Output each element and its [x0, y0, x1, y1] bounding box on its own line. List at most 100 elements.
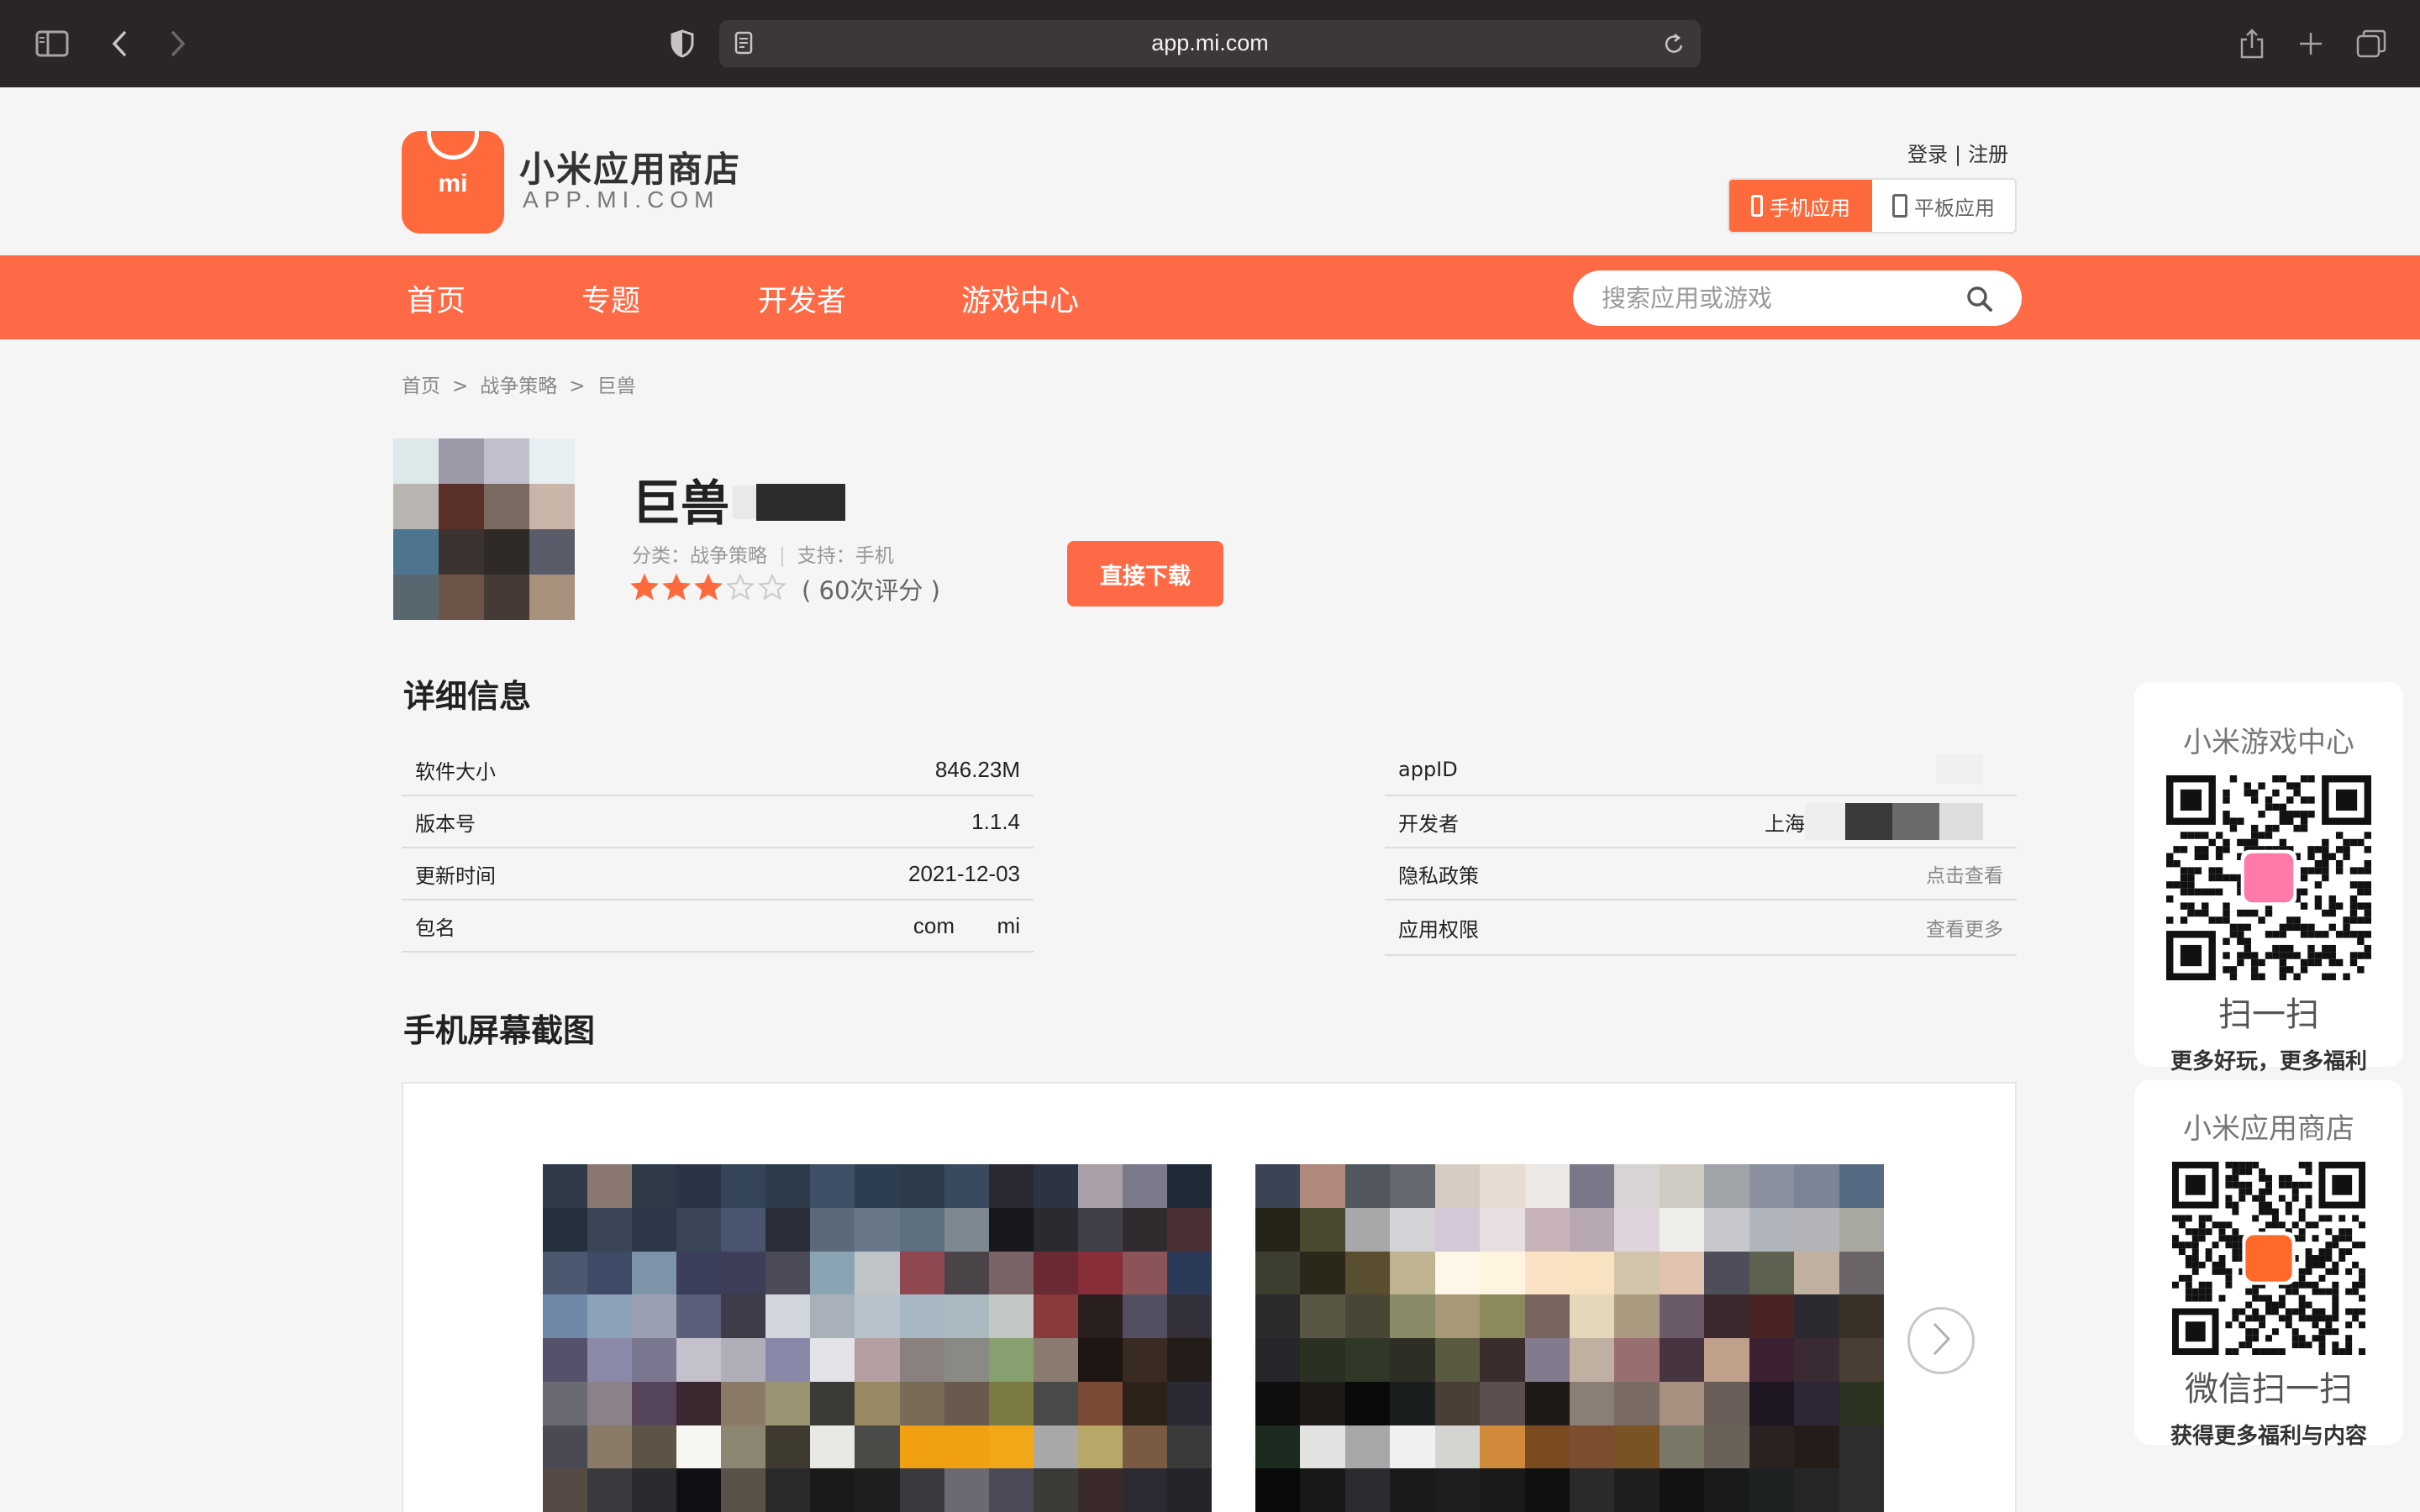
device-switcher: 手机应用 平板应用	[1728, 178, 2017, 234]
phone-icon	[1751, 195, 1763, 217]
redacted-block	[733, 486, 756, 519]
qr-subcaption: 获得更多福利与内容	[2170, 1424, 2367, 1449]
tab-tablet-apps[interactable]: 平板应用	[1872, 180, 2015, 232]
detail-label: appID	[1398, 758, 1458, 781]
qr-title: 小米应用商店	[2183, 1112, 2354, 1146]
forward-icon[interactable]	[156, 22, 200, 66]
table-row: 包名 com mi	[402, 900, 1034, 953]
nav-item-topics[interactable]: 专题	[581, 277, 640, 320]
support-label: 支持：	[797, 545, 855, 567]
tablet-icon	[1892, 194, 1907, 218]
redacted-block	[1936, 754, 1983, 785]
search-box	[1573, 270, 2022, 326]
breadcrumb-separator: >	[452, 375, 469, 397]
detail-label: 开发者	[1398, 811, 1459, 836]
detail-value: 2021-12-03	[908, 860, 1020, 886]
details-left-table: 软件大小 846.23M 版本号 1.1.4 更新时间 2021-12-03 包…	[402, 744, 1034, 953]
site-title[interactable]: 小米应用商店	[519, 141, 741, 192]
detail-label: 隐私政策	[1398, 864, 1479, 888]
table-row: appID	[1385, 744, 2017, 796]
table-row: 应用权限 查看更多	[1385, 900, 2017, 956]
qr-caption: 微信扫一扫	[2185, 1370, 2353, 1409]
qr-card-app-store: 小米应用商店 微信扫一扫 获得更多福利与内容	[2134, 1080, 2403, 1449]
search-input[interactable]	[1602, 270, 1954, 326]
download-button[interactable]: 直接下载	[1067, 541, 1223, 606]
sidebar-icon[interactable]	[30, 22, 74, 66]
table-row: 更新时间 2021-12-03	[402, 848, 1034, 900]
main-nav: 首页 专题 开发者 游戏中心	[0, 255, 2420, 339]
qr-code	[2166, 775, 2371, 980]
details-right-table: appID 开发者 上海 隐私政策 点击查看 应用权限 查看更多	[1385, 744, 2017, 956]
rating-stars: ( 60次评分 )	[629, 571, 940, 606]
detail-label: 软件大小	[415, 759, 496, 784]
details-heading: 详细信息	[403, 678, 532, 715]
app-title: 巨兽	[632, 475, 730, 532]
app-icon	[393, 438, 575, 620]
qr-title: 小米游戏中心	[2183, 726, 2354, 759]
redacted-block	[1845, 803, 1892, 840]
tabs-icon[interactable]	[2349, 22, 2393, 66]
table-row: 版本号 1.1.4	[402, 796, 1034, 848]
tab-tablet-label: 平板应用	[1914, 196, 1995, 220]
site-header: mi 小米应用商店 APP.MI.COM 登录 | 注册 手机应用 平板应用	[0, 87, 2420, 255]
shield-icon[interactable]	[660, 22, 704, 66]
browser-toolbar: app.mi.com	[0, 0, 2420, 87]
breadcrumb-category[interactable]: 战争策略	[480, 375, 557, 397]
detail-value: com mi	[913, 912, 1020, 938]
star-icon	[725, 573, 755, 604]
screenshot-2[interactable]	[1255, 1164, 1884, 1512]
reload-icon[interactable]	[1664, 32, 1686, 59]
nav-item-developers[interactable]: 开发者	[758, 277, 846, 320]
url-text: app.mi.com	[1151, 30, 1269, 55]
app-meta: 分类：战争策略 | 支持：手机	[632, 545, 894, 567]
screenshots-heading: 手机屏幕截图	[403, 1012, 596, 1049]
detail-value: 846.23M	[934, 756, 1020, 782]
share-icon[interactable]	[2230, 22, 2274, 66]
breadcrumb-separator: >	[569, 375, 586, 397]
nav-item-game-center[interactable]: 游戏中心	[961, 277, 1079, 320]
breadcrumb: 首页 > 战争策略 > 巨兽	[402, 370, 648, 398]
qr-subcaption: 更多好玩，更多福利	[2170, 1049, 2367, 1074]
back-icon[interactable]	[97, 22, 141, 66]
detail-label: 包名	[415, 916, 455, 940]
star-icon	[693, 573, 723, 604]
qr-code	[2172, 1162, 2365, 1355]
app-support: 手机	[855, 545, 894, 567]
search-icon[interactable]	[1966, 286, 1993, 316]
breadcrumb-home[interactable]: 首页	[402, 375, 440, 397]
auth-divider: |	[1954, 143, 1962, 166]
qr-caption: 扫一扫	[2218, 995, 2319, 1034]
detail-label: 应用权限	[1398, 917, 1479, 942]
privacy-policy-link[interactable]: 点击查看	[1926, 859, 2003, 888]
redacted-block	[756, 484, 845, 521]
nav-item-home[interactable]: 首页	[407, 277, 466, 320]
auth-links: 登录 | 注册	[1907, 138, 2008, 167]
address-bar[interactable]: app.mi.com	[719, 20, 1701, 67]
redacted-block	[1892, 803, 1939, 840]
qr-card-game-center: 小米游戏中心 扫一扫 更多好玩，更多福利	[2134, 682, 2403, 1074]
chevron-right-icon	[1929, 1320, 1953, 1361]
table-row: 开发者 上海	[1385, 796, 2017, 848]
star-icon	[629, 573, 660, 604]
redacted-block	[1805, 803, 1845, 840]
redacted-block	[1939, 803, 1983, 840]
star-icon	[661, 573, 692, 604]
table-row: 隐私政策 点击查看	[1385, 848, 2017, 900]
plus-icon[interactable]	[2289, 22, 2333, 66]
detail-label: 更新时间	[415, 864, 496, 888]
register-link[interactable]: 注册	[1968, 143, 2008, 166]
star-icon	[757, 573, 787, 604]
next-screenshot-button[interactable]	[1907, 1307, 1975, 1374]
breadcrumb-current: 巨兽	[597, 375, 636, 397]
tab-phone-label: 手机应用	[1770, 196, 1850, 220]
developer-value: 上海	[1765, 811, 1805, 836]
logo-mark: mi	[438, 170, 468, 197]
app-category: 战争策略	[690, 545, 767, 567]
screenshot-1[interactable]	[543, 1164, 1212, 1512]
mi-store-logo-icon[interactable]: mi	[402, 131, 504, 234]
permissions-link[interactable]: 查看更多	[1926, 913, 2003, 942]
rating-count: ( 60次评分 )	[802, 576, 940, 605]
table-row: 软件大小 846.23M	[402, 744, 1034, 796]
tab-phone-apps[interactable]: 手机应用	[1729, 180, 1872, 232]
login-link[interactable]: 登录	[1907, 143, 1948, 166]
